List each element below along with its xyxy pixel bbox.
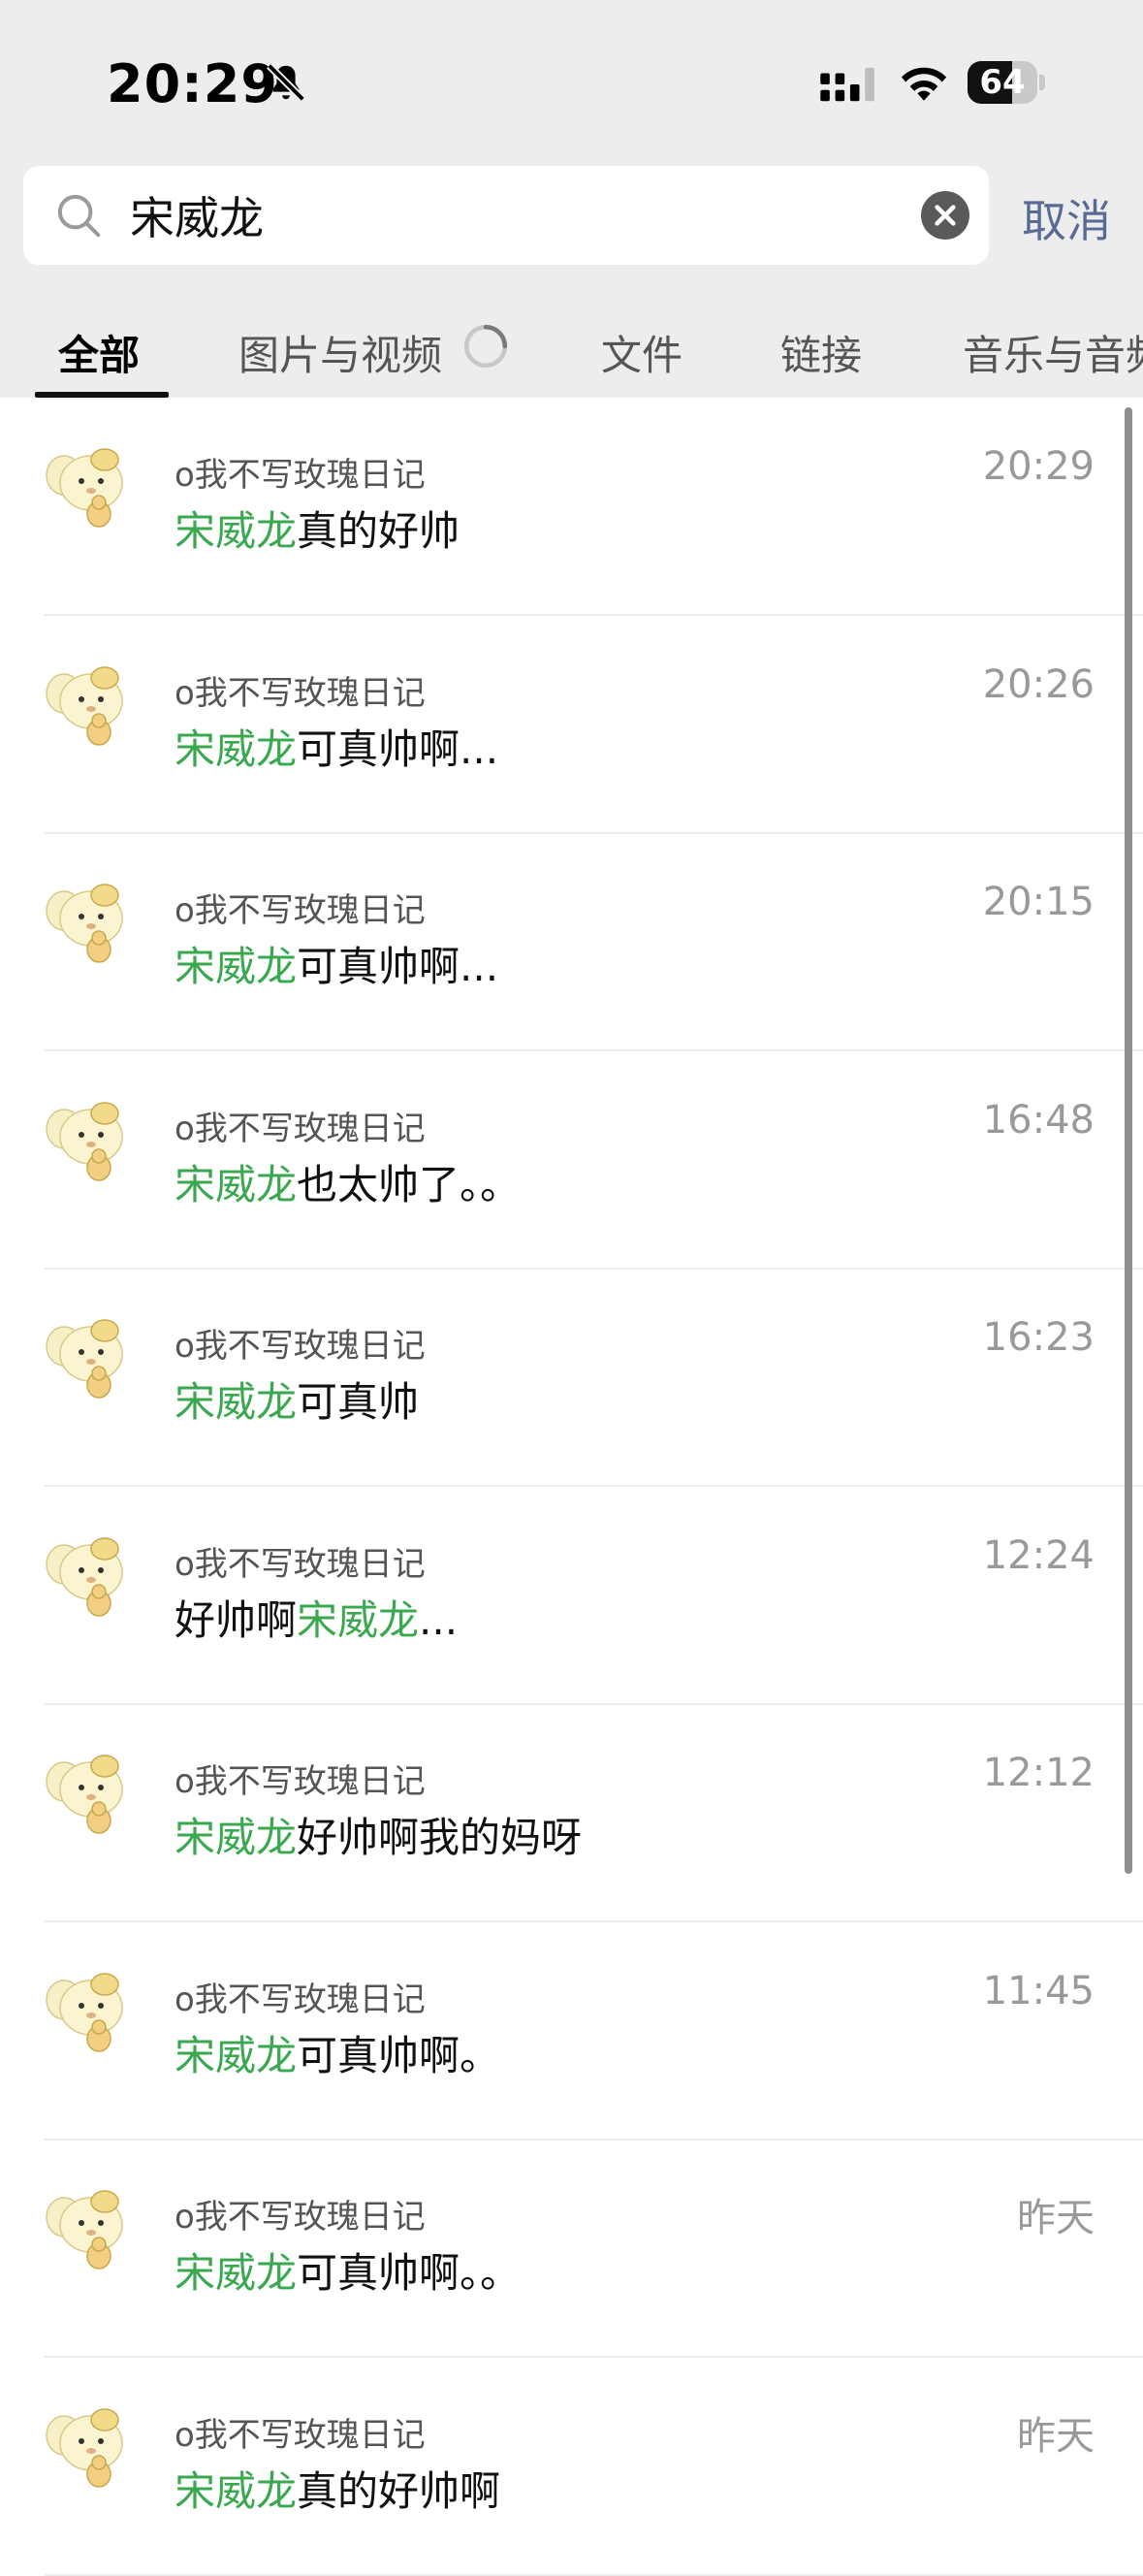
snippet-suffix: 也太帅了。。 bbox=[297, 1160, 522, 1208]
sender-name: o我不写玫瑰日记 bbox=[175, 1544, 426, 1584]
keyword-highlight: 宋威龙 bbox=[175, 2249, 298, 2297]
snippet-suffix: ... bbox=[419, 1595, 459, 1644]
scrollbar[interactable] bbox=[1125, 407, 1132, 1874]
snippet-suffix: 好帅啊我的妈呀 bbox=[297, 1814, 583, 1861]
result-row[interactable]: o我不写玫瑰日记 宋威龙好帅啊我的妈呀 12:12 bbox=[0, 1704, 1143, 1922]
snippet-suffix: 真的好帅啊 bbox=[297, 2466, 501, 2515]
sender-name: o我不写玫瑰日记 bbox=[175, 1980, 426, 2019]
keyword-highlight: 宋威龙 bbox=[175, 1160, 298, 1208]
message-time: 20:29 bbox=[982, 444, 1095, 489]
message-snippet: 宋威龙好帅啊我的妈呀 bbox=[175, 1805, 582, 1864]
message-snippet: 宋威龙可真帅啊。。 bbox=[175, 2240, 521, 2300]
battery-percent: 64 bbox=[979, 63, 1026, 102]
sender-name: o我不写玫瑰日记 bbox=[175, 1762, 426, 1801]
message-time: 12:24 bbox=[982, 1532, 1095, 1578]
snippet-suffix: 可真帅 bbox=[297, 1378, 420, 1426]
message-snippet: 宋威龙真的好帅 bbox=[175, 499, 460, 558]
message-time: 20:15 bbox=[982, 880, 1095, 924]
message-snippet: 宋威龙真的好帅啊 bbox=[175, 2459, 500, 2518]
message-time: 昨天 bbox=[1017, 2413, 1095, 2459]
keyword-highlight: 宋威龙 bbox=[175, 1378, 298, 1426]
cellular-signal-icon bbox=[820, 67, 874, 102]
sender-name: o我不写玫瑰日记 bbox=[175, 891, 426, 930]
result-row[interactable]: o我不写玫瑰日记 宋威龙也太帅了。。 16:48 bbox=[0, 1051, 1143, 1270]
avatar bbox=[43, 2178, 140, 2275]
result-row[interactable]: o我不写玫瑰日记 宋威龙可真帅啊。 11:45 bbox=[0, 1922, 1143, 2141]
avatar bbox=[43, 1743, 140, 1840]
keyword-highlight: 宋威龙 bbox=[297, 1595, 420, 1644]
status-time: 20:29 bbox=[107, 53, 278, 114]
tab-images-videos[interactable]: 图片与视频 bbox=[238, 323, 442, 382]
tab-files[interactable]: 文件 bbox=[601, 323, 683, 382]
avatar bbox=[43, 1307, 140, 1404]
avatar bbox=[43, 436, 140, 533]
row-divider bbox=[45, 2573, 1143, 2576]
avatar bbox=[43, 1089, 140, 1187]
tab-music-audio[interactable]: 音乐与音频 bbox=[963, 323, 1143, 382]
sender-name: o我不写玫瑰日记 bbox=[175, 2198, 426, 2237]
message-time: 16:48 bbox=[982, 1097, 1095, 1143]
sender-name: o我不写玫瑰日记 bbox=[175, 2415, 426, 2455]
snippet-suffix: 真的好帅 bbox=[297, 507, 460, 555]
sender-name: o我不写玫瑰日记 bbox=[175, 1109, 426, 1148]
cancel-button[interactable]: 取消 bbox=[1022, 186, 1111, 250]
message-snippet: 宋威龙可真帅 bbox=[175, 1369, 419, 1429]
avatar bbox=[43, 872, 140, 969]
message-time: 16:23 bbox=[982, 1315, 1095, 1360]
message-time: 20:26 bbox=[982, 661, 1095, 707]
sender-name: o我不写玫瑰日记 bbox=[175, 456, 426, 495]
header-area: 20:29 64 取消 全部 图 bbox=[0, 0, 1143, 398]
clear-icon[interactable] bbox=[921, 191, 969, 240]
message-snippet: 宋威龙可真帅啊... bbox=[175, 934, 498, 993]
snippet-suffix: 可真帅啊... bbox=[297, 724, 499, 773]
avatar bbox=[43, 654, 140, 752]
filter-tabs: 全部 图片与视频 文件 链接 音乐与音频 bbox=[0, 308, 1143, 398]
result-row[interactable]: o我不写玫瑰日记 宋威龙可真帅 16:23 bbox=[0, 1269, 1143, 1487]
search-icon bbox=[57, 194, 101, 238]
keyword-highlight: 宋威龙 bbox=[175, 507, 298, 555]
tab-links[interactable]: 链接 bbox=[780, 323, 862, 382]
keyword-highlight: 宋威龙 bbox=[175, 943, 298, 990]
avatar bbox=[43, 1960, 140, 2058]
snippet-suffix: 可真帅啊。。 bbox=[297, 2249, 522, 2297]
message-time: 昨天 bbox=[1017, 2196, 1095, 2240]
message-snippet: 宋威龙也太帅了。。 bbox=[175, 1152, 521, 1211]
message-snippet: 宋威龙可真帅啊... bbox=[175, 717, 498, 776]
avatar bbox=[43, 1525, 140, 1623]
result-row[interactable]: o我不写玫瑰日记 宋威龙可真帅啊。。 昨天 bbox=[0, 2140, 1143, 2358]
snippet-suffix: 可真帅啊。 bbox=[297, 2031, 501, 2079]
result-row[interactable]: o我不写玫瑰日记 宋威龙可真帅啊... 20:15 bbox=[0, 833, 1143, 1051]
result-row[interactable]: o我不写玫瑰日记 宋威龙真的好帅 20:29 bbox=[0, 398, 1143, 616]
search-input[interactable] bbox=[130, 185, 905, 245]
loading-spinner-icon bbox=[463, 324, 508, 369]
wifi-icon bbox=[901, 67, 947, 101]
result-row[interactable]: o我不写玫瑰日记 宋威龙真的好帅啊 昨天 bbox=[0, 2358, 1143, 2576]
message-snippet: 宋威龙可真帅啊。 bbox=[175, 2023, 500, 2082]
tab-all[interactable]: 全部 bbox=[58, 323, 140, 382]
sender-name: o我不写玫瑰日记 bbox=[175, 673, 426, 713]
keyword-highlight: 宋威龙 bbox=[175, 2466, 298, 2515]
snippet-suffix: 可真帅啊... bbox=[297, 943, 499, 990]
keyword-highlight: 宋威龙 bbox=[175, 724, 298, 773]
result-row[interactable]: o我不写玫瑰日记 宋威龙可真帅啊... 20:26 bbox=[0, 616, 1143, 834]
keyword-highlight: 宋威龙 bbox=[175, 1814, 298, 1861]
message-time: 12:12 bbox=[982, 1751, 1095, 1795]
search-bar[interactable] bbox=[23, 166, 989, 265]
battery-icon: 64 bbox=[968, 61, 1045, 104]
keyword-highlight: 宋威龙 bbox=[175, 2031, 298, 2079]
result-row[interactable]: o我不写玫瑰日记 好帅啊宋威龙... 12:24 bbox=[0, 1487, 1143, 1705]
message-time: 11:45 bbox=[982, 1968, 1095, 2013]
snippet-prefix: 好帅啊 bbox=[175, 1595, 298, 1644]
message-snippet: 好帅啊宋威龙... bbox=[175, 1588, 458, 1647]
bell-muted-icon bbox=[267, 63, 305, 102]
sender-name: o我不写玫瑰日记 bbox=[175, 1327, 426, 1366]
